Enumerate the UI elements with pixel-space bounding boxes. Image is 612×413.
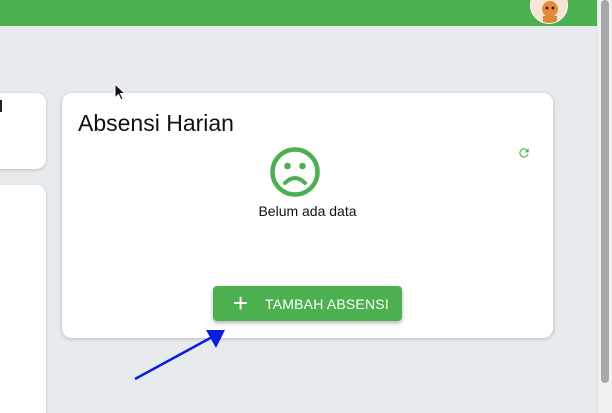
arrow-annotation <box>134 330 225 381</box>
sad-face-icon <box>270 147 320 197</box>
side-card-bottom <box>0 185 46 413</box>
page-scrollbar[interactable] <box>597 0 612 413</box>
plus-icon: + <box>233 288 249 318</box>
side-card-text-fragment <box>0 100 2 112</box>
add-attendance-label: TAMBAH ABSENSI <box>265 296 389 312</box>
top-app-bar <box>0 0 597 26</box>
side-card-top <box>0 93 46 169</box>
refresh-icon[interactable] <box>517 146 531 160</box>
add-attendance-button[interactable]: + TAMBAH ABSENSI <box>213 286 402 321</box>
card-title: Absensi Harian <box>78 110 234 136</box>
mouse-cursor-icon <box>114 83 127 101</box>
scrollbar-thumb[interactable] <box>601 0 609 383</box>
empty-state-text: Belum ada data <box>258 203 357 219</box>
attendance-card: Absensi Harian Belum ada data + TAMBAH A… <box>62 93 553 338</box>
